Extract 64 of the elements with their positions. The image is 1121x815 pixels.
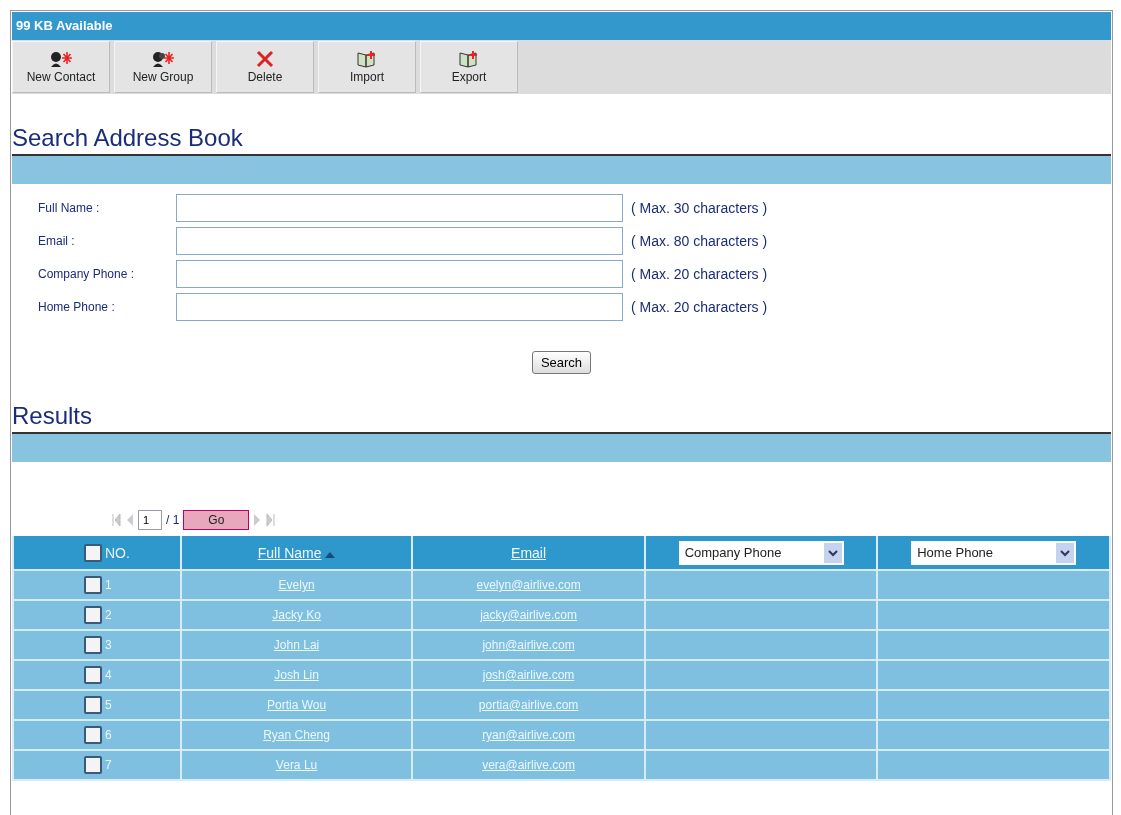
toolbar-button[interactable]: Export — [420, 41, 518, 93]
input-field[interactable] — [176, 260, 623, 288]
book-icon — [459, 50, 479, 68]
name-link[interactable]: Portia Wou — [267, 698, 327, 712]
address-link[interactable]: josh@airlive.com — [482, 668, 575, 682]
row-checkbox[interactable] — [84, 726, 102, 744]
sort-link[interactable]: Email — [511, 544, 547, 561]
go-button[interactable]: Go — [183, 510, 250, 530]
name-link[interactable]: Josh Lin — [274, 668, 319, 682]
address-link[interactable]: portia@airlive.com — [478, 698, 579, 712]
address-link[interactable]: ryan@airlive.com — [482, 728, 575, 742]
row-number: 4 — [105, 668, 112, 682]
row-checkbox[interactable] — [84, 576, 102, 594]
select-all-checkbox[interactable] — [84, 543, 102, 562]
chevron-down-icon — [1056, 542, 1075, 563]
sort-up-icon — [325, 551, 336, 558]
row-checkbox[interactable] — [84, 636, 102, 654]
field-label: Company Phone : — [38, 267, 136, 281]
row-checkbox[interactable] — [84, 606, 102, 624]
column-select[interactable]: Home Phone — [911, 540, 1077, 565]
name-link[interactable]: Vera Lu — [275, 758, 318, 772]
row-checkbox[interactable] — [84, 756, 102, 774]
sort-link[interactable]: Full Name — [257, 544, 322, 561]
toolbar-button[interactable]: New Group — [114, 41, 212, 93]
name-link[interactable]: John Lai — [273, 638, 320, 652]
search-button[interactable]: Search — [531, 351, 592, 374]
row-number: 1 — [105, 578, 112, 592]
input-field[interactable] — [176, 194, 623, 222]
column-select[interactable]: Company Phone — [678, 540, 844, 565]
field-label: Home Phone : — [38, 300, 116, 314]
field-hint: ( Max. 30 characters ) — [631, 200, 769, 216]
column-header: NO. — [13, 536, 181, 570]
input-field[interactable] — [176, 227, 623, 255]
toolbar-button[interactable]: Delete — [216, 41, 314, 93]
field-label: Full Name : — [38, 201, 101, 215]
row-number: 3 — [105, 638, 112, 652]
chevron-down-icon — [823, 542, 842, 563]
person-icon — [49, 50, 73, 68]
name-link[interactable]: Ryan Cheng — [263, 728, 330, 742]
address-link[interactable]: john@airlive.com — [482, 638, 575, 652]
page-total: / 1 — [166, 513, 180, 527]
input-field[interactable] — [176, 293, 623, 321]
field-label: Email : — [38, 234, 76, 248]
row-number: 5 — [105, 698, 112, 712]
toolbar-button[interactable]: Import — [318, 41, 416, 93]
book-icon — [357, 50, 377, 68]
toolbar-button[interactable]: New Contact — [12, 41, 110, 93]
address-link[interactable]: vera@airlive.com — [482, 758, 575, 772]
field-hint: ( Max. 80 characters ) — [631, 233, 769, 249]
page-field[interactable]: 1 — [138, 510, 162, 530]
name-link[interactable]: Jacky Ko — [272, 608, 321, 622]
address-link[interactable]: evelyn@airlive.com — [476, 578, 581, 592]
storage-header: 99 KB Available — [12, 12, 1111, 40]
row-number: 7 — [105, 758, 112, 772]
row-number: 2 — [105, 608, 112, 622]
name-link[interactable]: Evelyn — [278, 578, 315, 592]
row-checkbox[interactable] — [84, 696, 102, 714]
address-link[interactable]: jacky@airlive.com — [480, 608, 577, 622]
row-checkbox[interactable] — [84, 666, 102, 684]
person-icon — [151, 50, 175, 68]
row-number: 6 — [105, 728, 112, 742]
field-hint: ( Max. 20 characters ) — [631, 266, 769, 282]
field-hint: ( Max. 20 characters ) — [631, 299, 769, 315]
close-icon — [256, 50, 274, 68]
